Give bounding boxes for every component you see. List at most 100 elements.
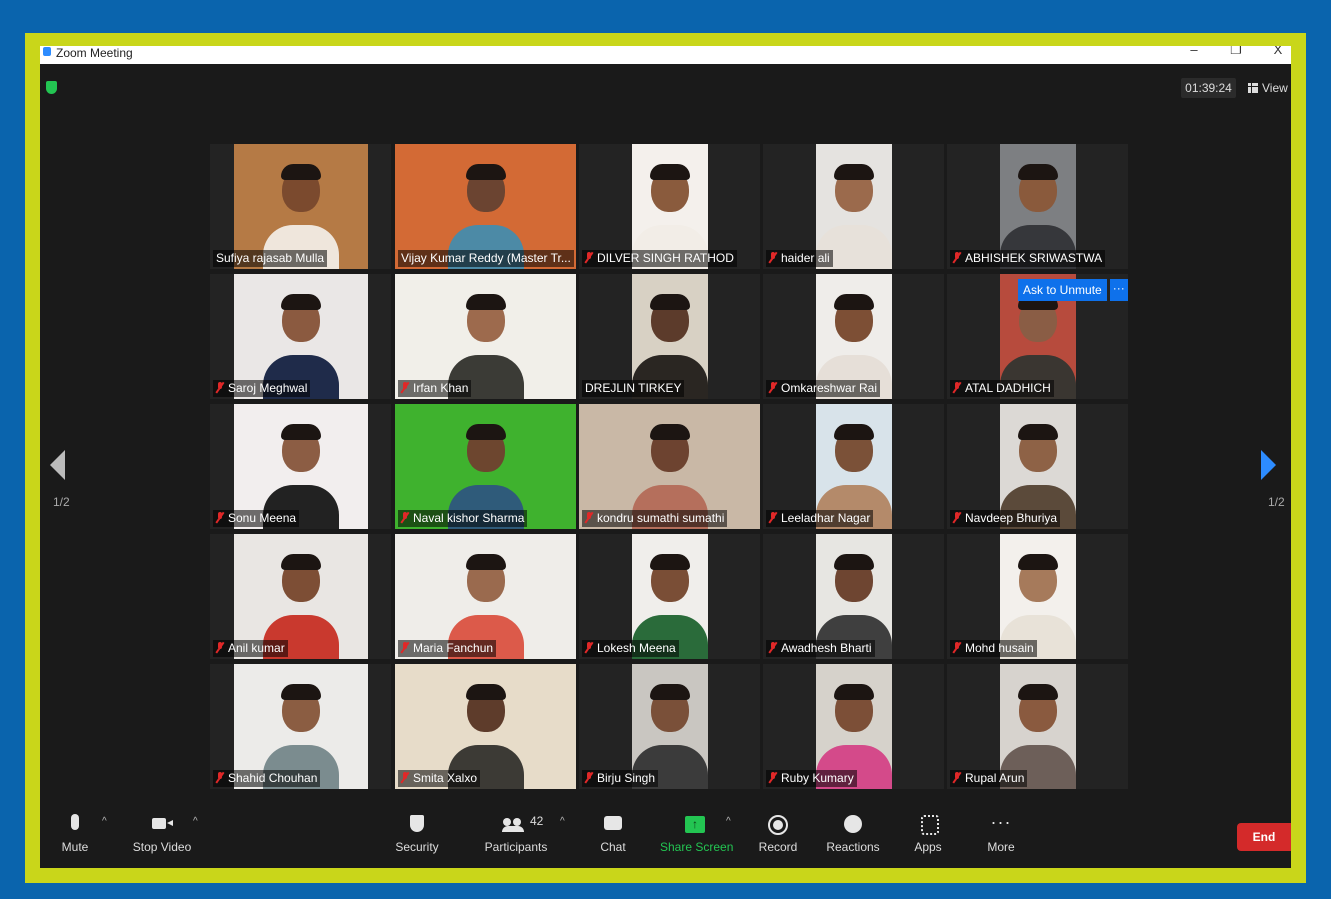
participants-options-caret-icon[interactable]: ^ — [560, 816, 565, 827]
muted-microphone-icon — [216, 642, 224, 653]
more-button[interactable]: ··· More — [981, 812, 1021, 854]
title-bar: Zoom Meeting – ❐ X — [40, 46, 1291, 64]
next-page-arrow-icon[interactable] — [1261, 450, 1276, 480]
participant-name-tag: Anil kumar — [213, 640, 288, 657]
stop-video-button[interactable]: Stop Video — [130, 812, 194, 854]
participant-tile[interactable]: Shahid Chouhan — [210, 664, 391, 789]
participant-name-tag: DREJLIN TIRKEY — [582, 380, 685, 397]
participant-name: Smita Xalxo — [413, 771, 478, 785]
participant-tile[interactable]: DILVER SINGH RATHOD — [579, 144, 760, 269]
participant-hair — [649, 684, 690, 700]
muted-microphone-icon — [585, 642, 593, 653]
record-button[interactable]: Record — [757, 812, 799, 854]
muted-microphone-icon — [585, 512, 593, 523]
participant-hair — [833, 294, 874, 310]
participant-tile[interactable]: Smita Xalxo — [395, 664, 576, 789]
security-button[interactable]: Security — [392, 812, 442, 854]
participant-name-tag: Rupal Arun — [950, 770, 1028, 787]
participant-tile[interactable]: DREJLIN TIRKEY — [579, 274, 760, 399]
participant-name: ABHISHEK SRIWASTWA — [965, 251, 1103, 265]
participant-tile[interactable]: haider ali — [763, 144, 944, 269]
ask-to-unmute-group: Ask to Unmute ··· — [1018, 279, 1128, 301]
muted-microphone-icon — [216, 382, 224, 393]
participant-hair — [649, 424, 690, 440]
security-shield-icon[interactable] — [46, 81, 57, 94]
participant-tile[interactable]: Vijay Kumar Reddy (Master Tr... — [395, 144, 576, 269]
participant-tile[interactable]: Birju Singh — [579, 664, 760, 789]
participant-hair — [280, 424, 321, 440]
participant-tile[interactable]: Awadhesh Bharti — [763, 534, 944, 659]
participant-name: Irfan Khan — [413, 381, 469, 395]
participant-hair — [465, 554, 506, 570]
share-screen-button[interactable]: ↑ Share Screen — [660, 812, 734, 854]
view-button[interactable]: View — [1248, 78, 1288, 98]
share-options-caret-icon[interactable]: ^ — [726, 816, 731, 827]
participant-hair — [833, 164, 874, 180]
security-label: Security — [395, 840, 439, 854]
share-screen-icon: ↑ — [685, 816, 705, 833]
security-icon — [410, 815, 424, 832]
participant-tile[interactable]: Saroj Meghwal — [210, 274, 391, 399]
previous-page-arrow-icon[interactable] — [50, 450, 65, 480]
end-meeting-button[interactable]: End — [1237, 823, 1291, 851]
participant-name: Sufiya rajasab Mulla — [216, 251, 325, 265]
view-label: View — [1262, 81, 1288, 95]
muted-microphone-icon — [769, 252, 777, 263]
muted-microphone-icon — [585, 772, 593, 783]
participant-tile[interactable]: Sufiya rajasab Mulla — [210, 144, 391, 269]
participant-tile[interactable]: Irfan Khan — [395, 274, 576, 399]
mute-button[interactable]: Mute — [55, 812, 95, 854]
participant-name: Naval kishor Sharma — [413, 511, 525, 525]
participant-name-tag: Mohd husain — [950, 640, 1037, 657]
participant-name: Lokesh Meena — [597, 641, 676, 655]
minimize-icon[interactable]: – — [1186, 46, 1202, 57]
participant-hair — [280, 684, 321, 700]
participant-tile[interactable]: ABHISHEK SRIWASTWA — [947, 144, 1128, 269]
participant-hair — [649, 554, 690, 570]
participant-hair — [649, 294, 690, 310]
record-label: Record — [758, 840, 798, 854]
participant-tile[interactable]: Navdeep Bhuriya — [947, 404, 1128, 529]
muted-microphone-icon — [953, 382, 961, 393]
participant-hair — [465, 424, 506, 440]
participant-tile[interactable]: Leeladhar Nagar — [763, 404, 944, 529]
reactions-label: Reactions — [826, 840, 880, 854]
audio-options-caret-icon[interactable]: ^ — [102, 816, 107, 827]
participant-tile[interactable]: Mohd husain — [947, 534, 1128, 659]
ask-to-unmute-button[interactable]: Ask to Unmute — [1018, 279, 1107, 301]
participant-hair — [1017, 424, 1058, 440]
participant-tile[interactable]: Omkareshwar Rai — [763, 274, 944, 399]
participant-name-tag: Saroj Meghwal — [213, 380, 311, 397]
reactions-button[interactable]: Reactions — [826, 812, 880, 854]
participant-tile[interactable]: Naval kishor Sharma — [395, 404, 576, 529]
participants-button[interactable]: 42 Participants — [483, 812, 549, 854]
video-options-caret-icon[interactable]: ^ — [193, 816, 198, 827]
meeting-timer: 01:39:24 — [1181, 78, 1236, 98]
participant-name: Vijay Kumar Reddy (Master Tr... — [401, 251, 571, 265]
apps-button[interactable]: Apps — [908, 812, 948, 854]
participant-name-tag: Navdeep Bhuriya — [950, 510, 1061, 527]
participant-tile[interactable]: Ruby Kumary — [763, 664, 944, 789]
apps-icon — [921, 815, 939, 835]
participant-name: kondru sumathi sumathi — [597, 511, 725, 525]
restore-icon[interactable]: ❐ — [1228, 46, 1244, 57]
share-screen-label: Share Screen — [660, 840, 734, 854]
participant-name-tag: ABHISHEK SRIWASTWA — [950, 250, 1106, 267]
page-indicator-left: 1/2 — [53, 495, 70, 509]
muted-microphone-icon — [401, 382, 409, 393]
participant-hair — [649, 164, 690, 180]
participant-hair — [465, 164, 506, 180]
tile-more-options-button[interactable]: ··· — [1109, 279, 1128, 301]
participants-count: 42 — [530, 814, 544, 828]
participant-tile[interactable]: Rupal Arun — [947, 664, 1128, 789]
close-icon[interactable]: X — [1270, 46, 1286, 57]
meeting-toolbar: Mute ^ Stop Video ^ Security 42 Particip… — [40, 800, 1291, 868]
chat-button[interactable]: Chat — [593, 812, 633, 854]
participant-tile[interactable]: kondru sumathi sumathi — [579, 404, 760, 529]
participant-name: DILVER SINGH RATHOD — [597, 251, 734, 265]
participant-tile[interactable]: Anil kumar — [210, 534, 391, 659]
participant-tile[interactable]: Maria Fanchun — [395, 534, 576, 659]
participant-tile[interactable]: Sonu Meena — [210, 404, 391, 529]
participant-name: Mohd husain — [965, 641, 1034, 655]
participant-tile[interactable]: Lokesh Meena — [579, 534, 760, 659]
